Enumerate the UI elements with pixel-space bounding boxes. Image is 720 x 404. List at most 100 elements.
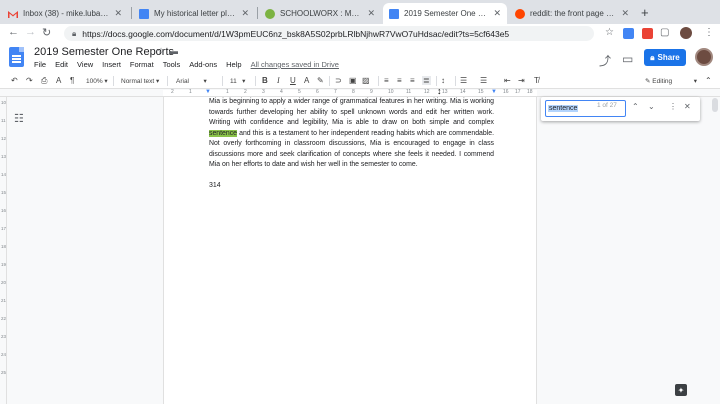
document-page[interactable]: Mia is beginning to apply a wider range … (163, 97, 537, 404)
style-select[interactable]: Normal text ▾ (121, 77, 159, 85)
forward-icon[interactable]: → (25, 26, 36, 38)
increase-indent-icon[interactable]: ⇥ (518, 76, 525, 85)
editing-mode-select[interactable]: ✎ Editing ▾ (645, 77, 697, 85)
highlight-icon[interactable]: ✎ (317, 76, 324, 85)
indent-marker-icon[interactable]: ▼ (205, 89, 211, 95)
report-paragraph[interactable]: Mia is beginning to apply a wider range … (209, 97, 494, 171)
save-status[interactable]: All changes saved in Drive (251, 60, 339, 69)
ruler-number: 25 (1, 370, 7, 375)
menu-format[interactable]: Format (130, 60, 154, 69)
close-icon[interactable]: ✕ (367, 8, 375, 19)
redo-icon[interactable]: ↷ (26, 76, 33, 85)
activity-icon[interactable]: ⤴ (599, 52, 611, 69)
decrease-indent-icon[interactable]: ⇤ (504, 76, 511, 85)
docs-logo-icon[interactable] (9, 47, 24, 67)
share-button[interactable]: 🔒︎ Share (644, 49, 686, 66)
close-icon[interactable]: ✕ (621, 8, 629, 19)
comments-icon[interactable]: ▭ (622, 52, 633, 66)
folder-icon[interactable]: ▬ (169, 46, 178, 56)
profile-avatar[interactable] (680, 27, 692, 39)
image-icon[interactable]: ▨ (362, 76, 370, 85)
menu-add-ons[interactable]: Add-ons (189, 60, 217, 69)
menu-tools[interactable]: Tools (163, 60, 181, 69)
link-icon[interactable]: ⊃ (335, 76, 342, 85)
previous-result-icon[interactable]: ⌃ (632, 102, 639, 111)
vertical-ruler[interactable]: 10 11 12 13 14 15 16 17 18 19 20 21 22 2… (0, 97, 7, 404)
star-icon[interactable]: ☆ (157, 46, 165, 57)
address-bar[interactable]: 🔒︎ https://docs.google.com/document/d/1W… (64, 26, 594, 41)
browser-tab-reddit[interactable]: reddit: the front page of the in ✕ (509, 3, 635, 24)
back-icon[interactable]: ← (8, 26, 19, 38)
ruler-number: 16 (1, 208, 7, 213)
clear-formatting-icon[interactable]: T̸ (534, 76, 539, 85)
close-icon[interactable]: ✕ (493, 8, 501, 19)
menu-help[interactable]: Help (226, 60, 241, 69)
menu-file[interactable]: File (34, 60, 46, 69)
paragraph-text: Mia is beginning to apply a wider range … (209, 98, 494, 126)
avatar[interactable] (695, 48, 713, 66)
align-center-icon[interactable]: ≡ (397, 76, 402, 85)
browser-tab-letter-planner[interactable]: My historical letter planner - G ✕ (133, 3, 255, 24)
bold-icon[interactable]: B (262, 76, 268, 85)
italic-icon[interactable]: I (277, 76, 280, 85)
browser-tab-schoolworx[interactable]: SCHOOLWORX : Managing Le ✕ (259, 3, 381, 24)
right-indent-marker-icon[interactable]: ▼ (491, 89, 497, 95)
paint-format-icon[interactable]: ¶ (70, 76, 74, 85)
explore-icon[interactable]: ✦ (675, 384, 687, 396)
menu-insert[interactable]: Insert (102, 60, 121, 69)
underline-icon[interactable]: U (290, 76, 296, 85)
font-select[interactable]: Arial ▾ (176, 77, 207, 85)
formatting-toolbar: ↶ ↷ ⎙ A ¶ 100% ▾ Normal text ▾ Arial ▾ 1… (0, 73, 720, 89)
bulleted-list-icon[interactable]: ☰ (480, 76, 487, 85)
font-size-select[interactable]: 11 ▾ (230, 77, 245, 85)
text-color-icon[interactable]: A (304, 76, 309, 85)
ruler-number: 18 (1, 244, 7, 249)
browser-tab-gmail[interactable]: Inbox (38) - mike.lubans@ism ✕ (2, 3, 128, 24)
cast-icon[interactable]: ▢ (660, 27, 669, 38)
collapse-icon[interactable]: ⌃ (705, 76, 712, 85)
ruler-number: 15 (478, 89, 484, 95)
gmail-icon (8, 9, 18, 19)
toolbar-divider (378, 76, 379, 86)
toolbar-divider (329, 76, 330, 86)
scrollbar[interactable] (712, 98, 718, 112)
new-tab-icon[interactable]: + (641, 5, 649, 20)
horizontal-ruler[interactable]: 2 1 ▼ 1 2 3 4 5 6 7 8 9 10 11 12 13 14 1… (0, 89, 720, 97)
reload-icon[interactable]: ↻ (42, 26, 51, 39)
document-outline-icon[interactable]: ☷ (14, 112, 24, 125)
menu-edit[interactable]: Edit (55, 60, 68, 69)
align-justify-icon[interactable]: ≣ (422, 76, 431, 85)
print-icon[interactable]: ⎙ (41, 76, 47, 86)
align-right-icon[interactable]: ≡ (410, 76, 415, 85)
align-left-icon[interactable]: ≡ (384, 76, 389, 85)
document-title[interactable]: 2019 Semester One Reports (34, 46, 174, 58)
ruler-number: 18 (527, 89, 533, 95)
spellcheck-icon[interactable]: A (56, 76, 61, 85)
student-number: 314 (209, 182, 221, 189)
paragraph-text: and this is a testament to her independe… (209, 129, 494, 169)
ruler-number: 4 (280, 89, 283, 95)
more-options-icon[interactable]: ⋮ (669, 102, 677, 111)
ruler-number: 24 (1, 352, 7, 357)
undo-icon[interactable]: ↶ (11, 76, 18, 85)
comment-icon[interactable]: ▣ (349, 76, 357, 85)
extension-icon[interactable] (642, 28, 653, 39)
ruler-number: 23 (1, 334, 7, 339)
ruler-number: 14 (460, 89, 466, 95)
close-icon[interactable]: ✕ (114, 8, 122, 19)
close-icon[interactable]: ✕ (241, 8, 249, 19)
ruler-number: 2 (171, 89, 174, 95)
line-spacing-icon[interactable]: ↕ (441, 76, 445, 85)
ruler-number: 14 (1, 172, 7, 177)
menu-view[interactable]: View (77, 60, 93, 69)
next-result-icon[interactable]: ⌄ (648, 102, 655, 111)
extension-icon[interactable] (623, 28, 634, 39)
ruler-number: 11 (1, 118, 6, 123)
schoolworx-icon (265, 8, 275, 19)
browser-tab-semester-reports[interactable]: 2019 Semester One Reports - ✕ (383, 3, 507, 24)
numbered-list-icon[interactable]: ☰ (460, 76, 467, 85)
close-icon[interactable]: ✕ (684, 102, 691, 111)
zoom-select[interactable]: 100% ▾ (86, 77, 108, 85)
star-icon[interactable]: ☆ (605, 27, 614, 38)
more-menu-icon[interactable]: ⋮ (704, 27, 714, 38)
